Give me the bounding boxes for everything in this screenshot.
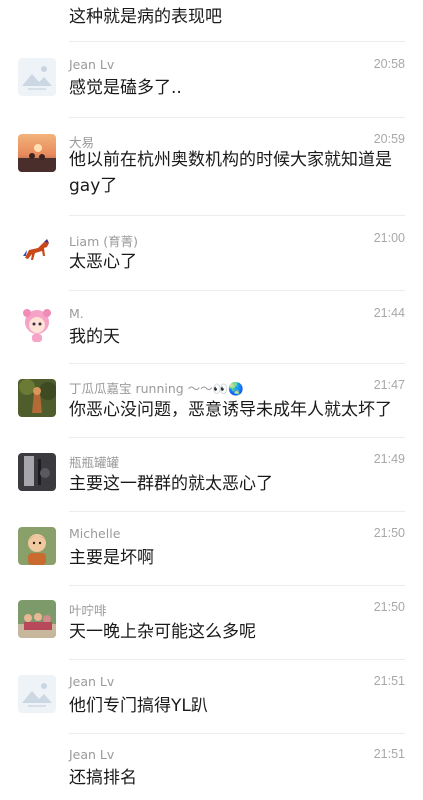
- chat-message[interactable]: Jean Lv 21:51 他们专门搞得YL趴: [0, 666, 423, 740]
- chat-message[interactable]: Jean Lv 20:58 感觉是磕多了..: [0, 48, 423, 122]
- dark-photo: [18, 453, 56, 491]
- chat-message[interactable]: 丁瓜瓜嘉宝 running ～～👀🌏 21:47 你恶心没问题，恶意诱导未成年人…: [0, 370, 423, 444]
- sender-name: Liam (育菁): [69, 234, 139, 249]
- avatar[interactable]: [18, 379, 56, 417]
- sender-name: 叶咛啡: [69, 603, 107, 618]
- chat-feed[interactable]: 这种就是病的表现吧 Jean Lv 20:58 感觉是磕多了.. 大易 20:5…: [0, 0, 423, 800]
- group-photo: [18, 600, 56, 638]
- sender-name: Jean Lv: [69, 747, 115, 762]
- message-text: 主要是坏啊: [69, 548, 154, 568]
- message-text: 天一晚上杂可能这么多呢: [69, 622, 256, 642]
- divider: [69, 41, 405, 42]
- sender-name: 瓶瓶罐罐: [69, 455, 120, 470]
- message-time: 21:00: [373, 231, 405, 245]
- chat-message[interactable]: M. 21:44 我的天: [0, 297, 423, 371]
- sender-name: Michelle: [69, 526, 121, 541]
- message-text: 这种就是病的表现吧: [69, 7, 222, 27]
- avatar[interactable]: [18, 232, 56, 270]
- divider: [69, 733, 405, 734]
- message-text: 还搞排名: [69, 768, 137, 788]
- chat-message[interactable]: Michelle 21:50 主要是坏啊: [0, 518, 423, 592]
- sender-name: Jean Lv: [69, 57, 115, 72]
- message-text: 他们专门搞得YL趴: [69, 696, 208, 716]
- message-time: 20:59: [373, 132, 405, 146]
- sender-name: 丁瓜瓜嘉宝 running ～～👀🌏: [69, 381, 244, 396]
- avatar[interactable]: [18, 675, 56, 713]
- message-time: 20:58: [373, 57, 405, 71]
- message-time: 21:44: [373, 306, 405, 320]
- avatar[interactable]: [18, 600, 56, 638]
- divider: [69, 117, 405, 118]
- avatar[interactable]: [18, 305, 56, 343]
- message-time: 21:51: [373, 674, 405, 688]
- horse-icon: [18, 232, 56, 270]
- child-photo: [18, 527, 56, 565]
- landscape-placeholder-icon: [18, 58, 56, 96]
- message-time: 21:50: [373, 600, 405, 614]
- chat-message[interactable]: Jean Lv 21:51 还搞排名: [0, 740, 423, 800]
- message-text: 他以前在杭州奥数机构的时候大家就知道是gay了: [69, 150, 392, 196]
- divider: [69, 585, 405, 586]
- message-time: 21:49: [373, 452, 405, 466]
- chat-message[interactable]: 大易 20:59 他以前在杭州奥数机构的时候大家就知道是gay了: [0, 125, 423, 215]
- avatar[interactable]: [18, 453, 56, 491]
- sender-name: Jean Lv: [69, 674, 115, 689]
- divider: [69, 437, 405, 438]
- message-text: 我的天: [69, 327, 120, 347]
- chat-message[interactable]: Liam (育菁) 21:00 太恶心了: [0, 222, 423, 296]
- sender-name: M.: [69, 306, 84, 321]
- divider: [69, 290, 405, 291]
- message-text: 你恶心没问题，恶意诱导未成年人就太坏了: [69, 400, 392, 420]
- message-time: 21:50: [373, 526, 405, 540]
- chat-message[interactable]: 叶咛啡 21:50 天一晚上杂可能这么多呢: [0, 592, 423, 666]
- message-text: 感觉是磕多了..: [69, 78, 182, 98]
- avatar[interactable]: [18, 58, 56, 96]
- avatar[interactable]: [18, 134, 56, 172]
- landscape-placeholder-icon: [18, 675, 56, 713]
- chat-message[interactable]: 瓶瓶罐罐 21:49 主要这一群群的就太恶心了: [0, 444, 423, 518]
- nature-photo: [18, 379, 56, 417]
- message-text: 太恶心了: [69, 252, 137, 272]
- divider: [69, 363, 405, 364]
- avatar[interactable]: [18, 527, 56, 565]
- sunset-photo: [18, 134, 56, 172]
- divider: [69, 215, 405, 216]
- message-time: 21:51: [373, 747, 405, 761]
- message-time: 21:47: [373, 378, 405, 392]
- divider: [69, 511, 405, 512]
- message-text: 主要这一群群的就太恶心了: [69, 474, 273, 494]
- divider: [69, 659, 405, 660]
- pink-cartoon-girl: [18, 305, 56, 343]
